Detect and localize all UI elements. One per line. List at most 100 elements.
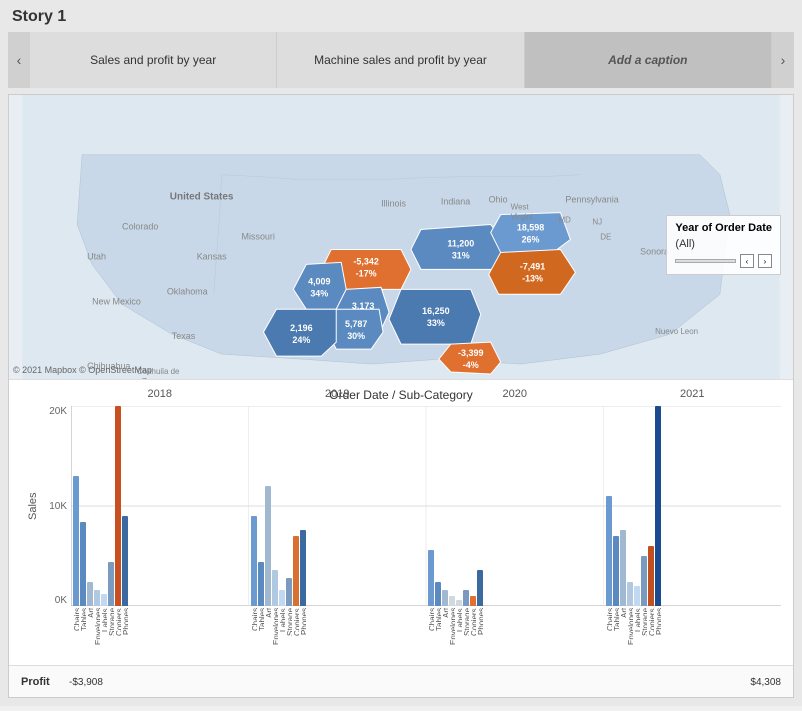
profit-legend: Profit -$3,908 $4,308 bbox=[9, 665, 793, 697]
next-arrow[interactable]: › bbox=[772, 32, 794, 88]
svg-text:-13%: -13% bbox=[522, 273, 543, 283]
page-container: Story 1 ‹ Sales and profit by year Machi… bbox=[0, 0, 802, 706]
x-label: Labels bbox=[456, 608, 462, 652]
x-label: Art bbox=[265, 608, 271, 652]
bars-2019 bbox=[249, 406, 427, 606]
bar bbox=[73, 476, 79, 606]
slider-next-btn[interactable]: › bbox=[758, 254, 772, 268]
x-label: Storage bbox=[108, 608, 114, 652]
x-label: Copiers bbox=[470, 608, 476, 652]
svg-text:30%: 30% bbox=[347, 331, 365, 341]
bar bbox=[620, 530, 626, 606]
svg-text:DE: DE bbox=[600, 232, 611, 241]
nav-item-0[interactable]: Sales and profit by year bbox=[30, 32, 277, 88]
nav-item-1[interactable]: Machine sales and profit by year bbox=[277, 32, 524, 88]
svg-text:11,200: 11,200 bbox=[447, 238, 474, 248]
chart-wrapper: Sales 20K 10K 0K bbox=[21, 406, 781, 606]
year-labels: 2018 2019 2020 2021 bbox=[71, 388, 781, 400]
svg-text:34%: 34% bbox=[310, 288, 328, 298]
bar bbox=[428, 550, 434, 606]
x-label: Chairs bbox=[73, 608, 79, 652]
svg-text:Missouri: Missouri bbox=[242, 231, 275, 241]
x-label: Chairs bbox=[251, 608, 257, 652]
bar bbox=[122, 516, 128, 606]
svg-text:Kansas: Kansas bbox=[197, 251, 227, 261]
bar bbox=[115, 406, 121, 606]
bar bbox=[300, 530, 306, 606]
svg-text:5,787: 5,787 bbox=[345, 319, 367, 329]
slider-prev-btn[interactable]: ‹ bbox=[740, 254, 754, 268]
x-label: Tables bbox=[613, 608, 619, 652]
y-ticks: 20K 10K 0K bbox=[41, 406, 71, 606]
x-label: Labels bbox=[634, 608, 640, 652]
bar bbox=[655, 406, 661, 606]
bar bbox=[80, 522, 86, 606]
svg-text:Virgini..: Virgini.. bbox=[511, 213, 537, 222]
bar bbox=[87, 582, 93, 606]
svg-text:33%: 33% bbox=[427, 318, 445, 328]
svg-text:-4%: -4% bbox=[463, 360, 479, 370]
bar bbox=[286, 578, 292, 606]
bar bbox=[101, 594, 107, 606]
bar bbox=[94, 590, 100, 606]
x-label: Copiers bbox=[648, 608, 654, 652]
svg-text:-7,491: -7,491 bbox=[520, 261, 545, 271]
bar bbox=[627, 582, 633, 606]
legend-value: (All) bbox=[675, 238, 772, 250]
svg-text:16,250: 16,250 bbox=[422, 306, 449, 316]
slider-track[interactable] bbox=[675, 259, 736, 263]
bar bbox=[251, 516, 257, 606]
x-label: Art bbox=[87, 608, 93, 652]
svg-text:Nuevo Leon: Nuevo Leon bbox=[655, 327, 698, 336]
svg-text:United States: United States bbox=[170, 192, 234, 203]
x-label: Art bbox=[620, 608, 626, 652]
prev-arrow[interactable]: ‹ bbox=[8, 32, 30, 88]
x-label: Tables bbox=[435, 608, 441, 652]
bar bbox=[634, 586, 640, 606]
svg-text:Pennsylvania: Pennsylvania bbox=[565, 195, 618, 205]
svg-text:31%: 31% bbox=[452, 250, 470, 260]
bars-2020 bbox=[426, 406, 604, 606]
bars-2018 bbox=[71, 406, 249, 606]
svg-text:Zaragoza: Zaragoza bbox=[142, 377, 176, 379]
bar bbox=[613, 536, 619, 606]
story-nav: ‹ Sales and profit by year Machine sales… bbox=[8, 32, 794, 88]
profit-max: $4,308 bbox=[750, 677, 781, 688]
x-labels-2018: Chairs Tables Art Envelopes Labels Stora… bbox=[71, 608, 249, 652]
x-labels-2021: Chairs Tables Art Envelopes Labels Stora… bbox=[604, 608, 782, 652]
svg-text:Texas: Texas bbox=[172, 331, 196, 341]
svg-text:West: West bbox=[511, 203, 530, 212]
x-label: Envelopes bbox=[94, 608, 100, 652]
svg-text:Colorado: Colorado bbox=[122, 222, 158, 232]
svg-text:New Mexico: New Mexico bbox=[92, 296, 141, 306]
svg-text:26%: 26% bbox=[522, 234, 540, 244]
bar bbox=[470, 596, 476, 606]
bar bbox=[456, 600, 462, 606]
svg-text:-5,342: -5,342 bbox=[353, 256, 378, 266]
bar bbox=[272, 570, 278, 606]
content-area: -5,342 -17% 11,200 31% 18,598 26% -7,491… bbox=[8, 94, 794, 698]
svg-text:18,598: 18,598 bbox=[517, 223, 544, 233]
bars-2021 bbox=[604, 406, 782, 606]
svg-text:-3,399: -3,399 bbox=[458, 348, 483, 358]
profit-labels: -$3,908 $4,308 bbox=[69, 677, 781, 688]
x-labels-2020: Chairs Tables Art Envelopes Labels Stora… bbox=[426, 608, 604, 652]
x-label: Art bbox=[442, 608, 448, 652]
x-label: Storage bbox=[463, 608, 469, 652]
year-2018: 2018 bbox=[71, 388, 249, 400]
svg-text:4,009: 4,009 bbox=[308, 276, 330, 286]
bar bbox=[435, 582, 441, 606]
svg-text:Utah: Utah bbox=[87, 251, 106, 261]
svg-text:Illinois: Illinois bbox=[381, 199, 406, 209]
bar bbox=[279, 590, 285, 606]
year-2020: 2020 bbox=[426, 388, 604, 400]
svg-text:NJ: NJ bbox=[592, 218, 602, 227]
x-label: Chairs bbox=[606, 608, 612, 652]
chart-body: 2018 2019 2020 2021 bbox=[71, 406, 781, 606]
svg-text:MD: MD bbox=[558, 216, 571, 225]
profit-gradient-container: -$3,908 $4,308 bbox=[69, 675, 781, 688]
nav-item-2[interactable]: Add a caption bbox=[525, 32, 772, 88]
x-label: Copiers bbox=[115, 608, 121, 652]
chart-area: Order Date / Sub-Category Sales 20K 10K … bbox=[9, 380, 793, 665]
bar bbox=[641, 556, 647, 606]
